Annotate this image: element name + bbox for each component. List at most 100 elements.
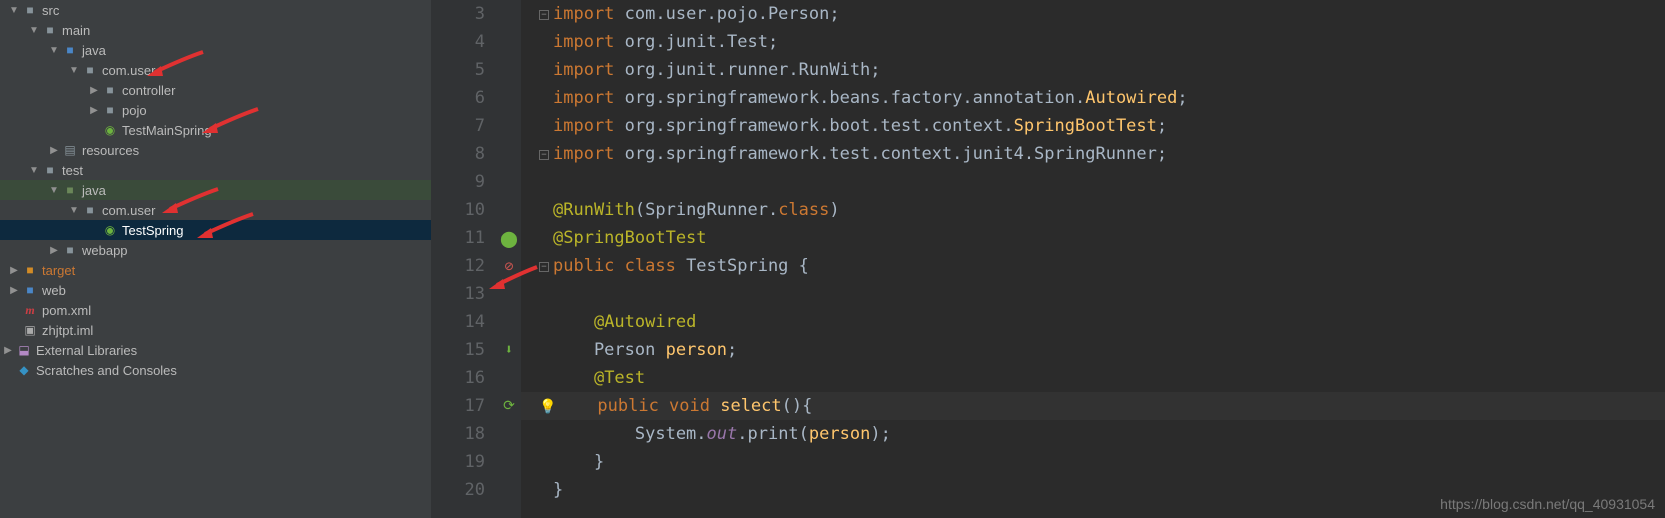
line-number: 17 — [431, 392, 485, 420]
code-line[interactable]: @RunWith(SpringRunner.class) — [521, 196, 1665, 224]
code-editor[interactable]: 34567891011121314151617181920 ⬤⊘⬇⟳ −impo… — [431, 0, 1665, 518]
code-line[interactable] — [521, 280, 1665, 308]
tree-item-web[interactable]: ▶ ■ web — [0, 280, 431, 300]
package-icon: ■ — [82, 202, 98, 218]
line-number: 7 — [431, 112, 485, 140]
tree-label: zhjtpt.iml — [42, 323, 93, 338]
line-number: 19 — [431, 448, 485, 476]
test-folder-icon: ■ — [62, 182, 78, 198]
tree-item-com-user-test[interactable]: ▼ ■ com.user — [0, 200, 431, 220]
code-line[interactable]: @Test — [521, 364, 1665, 392]
code-line[interactable]: import org.springframework.boot.test.con… — [521, 112, 1665, 140]
tree-label: java — [82, 43, 106, 58]
code-line[interactable]: 💡 public void select(){ — [521, 392, 1665, 420]
chevron-down-icon: ▼ — [46, 182, 62, 198]
tree-item-controller[interactable]: ▶ ■ controller — [0, 80, 431, 100]
tree-item-iml[interactable]: ▣ zhjtpt.iml — [0, 320, 431, 340]
chevron-right-icon: ▶ — [6, 262, 22, 278]
maven-icon: m — [22, 302, 38, 318]
code-line[interactable]: Person person; — [521, 336, 1665, 364]
libraries-icon: ⬓ — [16, 342, 32, 358]
line-number: 16 — [431, 364, 485, 392]
fold-icon[interactable]: − — [539, 150, 549, 160]
tree-item-src[interactable]: ▼ ■ src — [0, 0, 431, 20]
code-area[interactable]: −import com.user.pojo.Person;import org.… — [521, 0, 1665, 518]
chevron-down-icon: ▼ — [66, 62, 82, 78]
tree-label: main — [62, 23, 90, 38]
tree-item-pojo[interactable]: ▶ ■ pojo — [0, 100, 431, 120]
line-number: 18 — [431, 420, 485, 448]
line-number: 12 — [431, 252, 485, 280]
chevron-right-icon: ▶ — [6, 282, 22, 298]
tree-label: External Libraries — [36, 343, 137, 358]
fold-icon[interactable]: − — [539, 262, 549, 272]
tree-label: TestSpring — [122, 223, 183, 238]
tree-label: pom.xml — [42, 303, 91, 318]
line-number: 20 — [431, 476, 485, 504]
spring-class-icon: ◉ — [102, 122, 118, 138]
chevron-down-icon: ▼ — [6, 2, 22, 18]
tree-label: web — [42, 283, 66, 298]
line-number: 4 — [431, 28, 485, 56]
web-folder-icon: ■ — [22, 282, 38, 298]
tree-item-webapp[interactable]: ▶ ■ webapp — [0, 240, 431, 260]
folder-icon: ■ — [42, 22, 58, 38]
source-folder-icon: ■ — [62, 42, 78, 58]
tree-item-external-libraries[interactable]: ▶ ⬓ External Libraries — [0, 340, 431, 360]
line-number: 5 — [431, 56, 485, 84]
tree-item-scratches[interactable]: ◆ Scratches and Consoles — [0, 360, 431, 380]
tree-label: java — [82, 183, 106, 198]
module-file-icon: ▣ — [22, 322, 38, 338]
tree-item-main[interactable]: ▼ ■ main — [0, 20, 431, 40]
scratches-icon: ◆ — [16, 362, 32, 378]
excluded-folder-icon: ■ — [22, 262, 38, 278]
tree-label: resources — [82, 143, 139, 158]
tree-label: TestMainSpring — [122, 123, 212, 138]
package-icon: ■ — [102, 82, 118, 98]
error-gutter-icon: ⊘ — [504, 257, 513, 275]
chevron-right-icon: ▶ — [86, 82, 102, 98]
code-line[interactable]: −public class TestSpring { — [521, 252, 1665, 280]
tree-label: Scratches and Consoles — [36, 363, 177, 378]
tree-item-resources[interactable]: ▶ ▤ resources — [0, 140, 431, 160]
folder-icon: ■ — [22, 2, 38, 18]
tree-item-pom[interactable]: m pom.xml — [0, 300, 431, 320]
tree-item-java-main[interactable]: ▼ ■ java — [0, 40, 431, 60]
tree-item-testspring[interactable]: ◉ TestSpring — [0, 220, 431, 240]
code-line[interactable]: @SpringBootTest — [521, 224, 1665, 252]
code-line[interactable]: −import org.springframework.test.context… — [521, 140, 1665, 168]
spring-run-icon: ⬤ — [500, 229, 518, 248]
code-line[interactable] — [521, 168, 1665, 196]
code-line[interactable]: @Autowired — [521, 308, 1665, 336]
intention-bulb-icon[interactable]: 💡 — [539, 399, 556, 415]
watermark-text: https://blog.csdn.net/qq_40931054 — [1440, 496, 1655, 512]
spring-class-icon: ◉ — [102, 222, 118, 238]
navigate-down-icon: ⬇ — [505, 342, 513, 358]
tree-item-testmainspring[interactable]: ◉ TestMainSpring — [0, 120, 431, 140]
tree-item-java-test[interactable]: ▼ ■ java — [0, 180, 431, 200]
line-number: 9 — [431, 168, 485, 196]
folder-icon: ■ — [42, 162, 58, 178]
code-line[interactable]: import org.springframework.beans.factory… — [521, 84, 1665, 112]
code-line[interactable]: import org.junit.runner.RunWith; — [521, 56, 1665, 84]
tree-item-target[interactable]: ▶ ■ target — [0, 260, 431, 280]
code-line[interactable]: −import com.user.pojo.Person; — [521, 0, 1665, 28]
code-line[interactable]: System.out.print(person); — [521, 420, 1665, 448]
fold-icon[interactable]: − — [539, 10, 549, 20]
line-number: 14 — [431, 308, 485, 336]
tree-label: com.user — [102, 63, 155, 78]
tree-label: src — [42, 3, 59, 18]
code-line[interactable]: } — [521, 448, 1665, 476]
gutter-icons: ⬤⊘⬇⟳ — [497, 0, 521, 518]
line-number: 15 — [431, 336, 485, 364]
tree-label: target — [42, 263, 75, 278]
project-tree-panel: ▼ ■ src ▼ ■ main ▼ ■ java ▼ ■ com.user ▶… — [0, 0, 431, 518]
chevron-down-icon: ▼ — [46, 42, 62, 58]
tree-item-com-user-main[interactable]: ▼ ■ com.user — [0, 60, 431, 80]
chevron-down-icon: ▼ — [66, 202, 82, 218]
tree-label: com.user — [102, 203, 155, 218]
code-line[interactable]: import org.junit.Test; — [521, 28, 1665, 56]
tree-label: pojo — [122, 103, 147, 118]
tree-label: test — [62, 163, 83, 178]
tree-item-test[interactable]: ▼ ■ test — [0, 160, 431, 180]
